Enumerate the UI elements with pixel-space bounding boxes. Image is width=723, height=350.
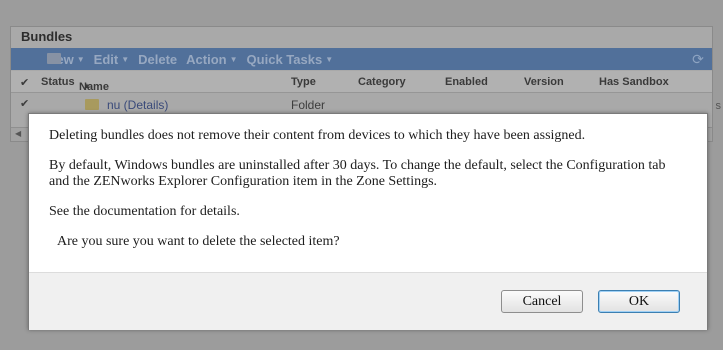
row-type: Folder xyxy=(291,98,326,112)
column-type[interactable]: Type xyxy=(291,76,316,88)
toolbar: New ▼ Edit ▼ Delete Action ▼ Quick Tasks… xyxy=(11,48,712,70)
edit-menu[interactable]: Edit ▼ xyxy=(94,52,129,67)
scroll-left-icon[interactable]: ◀ xyxy=(15,129,21,138)
sort-ascending-icon: ▲ xyxy=(83,81,91,90)
folder-icon xyxy=(85,99,99,110)
dialog-message: By default, Windows bundles are uninstal… xyxy=(49,158,666,189)
column-status[interactable]: Status xyxy=(41,76,75,88)
column-header-row: ✔ Status Name ▲ Type Category Enabled Ver… xyxy=(11,71,712,93)
action-menu[interactable]: Action ▼ xyxy=(186,52,237,67)
caret-down-icon: ▼ xyxy=(325,54,334,64)
delete-label: Delete xyxy=(138,51,178,67)
dialog-footer: Cancel OK xyxy=(29,272,707,330)
edit-label: Edit xyxy=(93,51,119,67)
dialog-message: Deleting bundles does not remove their c… xyxy=(49,128,586,143)
row-checkbox[interactable]: ✔ xyxy=(20,97,29,110)
select-all-checkbox[interactable]: ✔ xyxy=(20,76,29,89)
caret-down-icon: ▼ xyxy=(229,54,238,64)
quick-tasks-label: Quick Tasks xyxy=(246,51,323,67)
column-has-sandbox[interactable]: Has Sandbox xyxy=(599,76,669,88)
delete-button[interactable]: Delete xyxy=(138,52,177,67)
caret-down-icon: ▼ xyxy=(121,54,130,64)
dialog-message: See the documentation for details. xyxy=(49,204,240,219)
panel-title: Bundles xyxy=(21,29,73,44)
column-category[interactable]: Category xyxy=(358,76,406,88)
cancel-button[interactable]: Cancel xyxy=(501,290,583,313)
dialog-body: Deleting bundles does not remove their c… xyxy=(29,114,707,272)
ok-button[interactable]: OK xyxy=(598,290,680,313)
row-name-link[interactable]: nu (Details) xyxy=(107,98,168,112)
refresh-icon[interactable]: ⟳ xyxy=(690,51,706,67)
caret-down-icon: ▼ xyxy=(76,54,85,64)
action-label: Action xyxy=(186,51,227,67)
column-enabled[interactable]: Enabled xyxy=(445,76,488,88)
column-version[interactable]: Version xyxy=(524,76,564,88)
quick-tasks-menu[interactable]: Quick Tasks ▼ xyxy=(247,52,334,67)
partial-text: s xyxy=(715,100,722,112)
delete-confirmation-dialog: Deleting bundles does not remove their c… xyxy=(28,113,708,330)
dialog-question: Are you sure you want to delete the sele… xyxy=(57,234,340,249)
folder-icon xyxy=(47,53,61,64)
